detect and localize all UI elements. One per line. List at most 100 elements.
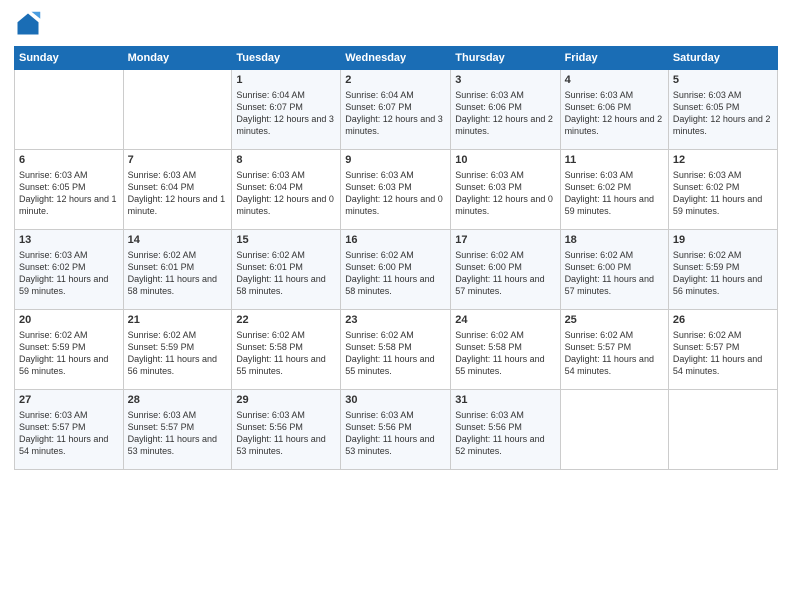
week-row-3: 13Sunrise: 6:03 AMSunset: 6:02 PMDayligh… [15, 230, 778, 310]
day-cell: 8Sunrise: 6:03 AMSunset: 6:04 PMDaylight… [232, 150, 341, 230]
day-info: Sunset: 5:59 PM [19, 341, 119, 353]
day-info: Sunrise: 6:02 AM [236, 249, 336, 261]
day-info: Sunrise: 6:03 AM [673, 169, 773, 181]
day-cell: 2Sunrise: 6:04 AMSunset: 6:07 PMDaylight… [341, 70, 451, 150]
day-info: Sunrise: 6:04 AM [236, 89, 336, 101]
week-row-2: 6Sunrise: 6:03 AMSunset: 6:05 PMDaylight… [15, 150, 778, 230]
day-number: 17 [455, 233, 555, 248]
day-info: Daylight: 11 hours and 58 minutes. [236, 273, 336, 297]
day-cell: 22Sunrise: 6:02 AMSunset: 5:58 PMDayligh… [232, 310, 341, 390]
day-info: Sunset: 6:03 PM [345, 181, 446, 193]
day-info: Daylight: 11 hours and 57 minutes. [565, 273, 664, 297]
day-info: Sunrise: 6:02 AM [19, 329, 119, 341]
day-info: Sunrise: 6:03 AM [345, 409, 446, 421]
day-info: Sunset: 5:59 PM [673, 261, 773, 273]
day-number: 2 [345, 73, 446, 88]
day-info: Sunset: 5:58 PM [345, 341, 446, 353]
day-number: 6 [19, 153, 119, 168]
day-info: Daylight: 11 hours and 55 minutes. [236, 353, 336, 377]
day-cell: 19Sunrise: 6:02 AMSunset: 5:59 PMDayligh… [668, 230, 777, 310]
day-cell: 15Sunrise: 6:02 AMSunset: 6:01 PMDayligh… [232, 230, 341, 310]
col-header-saturday: Saturday [668, 47, 777, 70]
day-cell: 26Sunrise: 6:02 AMSunset: 5:57 PMDayligh… [668, 310, 777, 390]
col-header-wednesday: Wednesday [341, 47, 451, 70]
day-info: Sunset: 5:57 PM [19, 421, 119, 433]
day-info: Daylight: 12 hours and 1 minute. [128, 193, 228, 217]
day-number: 12 [673, 153, 773, 168]
day-cell: 7Sunrise: 6:03 AMSunset: 6:04 PMDaylight… [123, 150, 232, 230]
day-info: Sunrise: 6:02 AM [345, 249, 446, 261]
day-info: Daylight: 11 hours and 53 minutes. [345, 433, 446, 457]
day-number: 31 [455, 393, 555, 408]
day-info: Sunrise: 6:02 AM [673, 329, 773, 341]
day-info: Daylight: 11 hours and 56 minutes. [128, 353, 228, 377]
day-number: 11 [565, 153, 664, 168]
day-info: Daylight: 12 hours and 2 minutes. [455, 113, 555, 137]
day-number: 8 [236, 153, 336, 168]
day-number: 7 [128, 153, 228, 168]
day-number: 23 [345, 313, 446, 328]
day-info: Sunrise: 6:04 AM [345, 89, 446, 101]
day-info: Sunset: 6:00 PM [565, 261, 664, 273]
day-number: 1 [236, 73, 336, 88]
day-info: Sunrise: 6:02 AM [455, 249, 555, 261]
day-info: Daylight: 11 hours and 54 minutes. [19, 433, 119, 457]
header-row: SundayMondayTuesdayWednesdayThursdayFrid… [15, 47, 778, 70]
day-info: Daylight: 11 hours and 59 minutes. [673, 193, 773, 217]
day-info: Sunset: 5:56 PM [455, 421, 555, 433]
col-header-monday: Monday [123, 47, 232, 70]
day-info: Sunset: 6:04 PM [128, 181, 228, 193]
col-header-thursday: Thursday [451, 47, 560, 70]
day-info: Daylight: 12 hours and 0 minutes. [345, 193, 446, 217]
day-info: Daylight: 12 hours and 2 minutes. [565, 113, 664, 137]
day-cell: 18Sunrise: 6:02 AMSunset: 6:00 PMDayligh… [560, 230, 668, 310]
day-cell [668, 390, 777, 470]
day-info: Sunset: 5:57 PM [565, 341, 664, 353]
day-info: Sunrise: 6:03 AM [19, 249, 119, 261]
day-number: 16 [345, 233, 446, 248]
day-info: Daylight: 11 hours and 56 minutes. [19, 353, 119, 377]
day-number: 5 [673, 73, 773, 88]
day-info: Daylight: 11 hours and 59 minutes. [19, 273, 119, 297]
day-info: Sunset: 5:56 PM [236, 421, 336, 433]
col-header-friday: Friday [560, 47, 668, 70]
day-cell: 14Sunrise: 6:02 AMSunset: 6:01 PMDayligh… [123, 230, 232, 310]
week-row-4: 20Sunrise: 6:02 AMSunset: 5:59 PMDayligh… [15, 310, 778, 390]
day-cell: 5Sunrise: 6:03 AMSunset: 6:05 PMDaylight… [668, 70, 777, 150]
day-cell: 30Sunrise: 6:03 AMSunset: 5:56 PMDayligh… [341, 390, 451, 470]
day-info: Daylight: 12 hours and 1 minute. [19, 193, 119, 217]
day-number: 9 [345, 153, 446, 168]
day-info: Sunset: 6:06 PM [455, 101, 555, 113]
day-info: Daylight: 12 hours and 0 minutes. [455, 193, 555, 217]
day-cell: 31Sunrise: 6:03 AMSunset: 5:56 PMDayligh… [451, 390, 560, 470]
day-number: 29 [236, 393, 336, 408]
day-cell [560, 390, 668, 470]
day-cell: 13Sunrise: 6:03 AMSunset: 6:02 PMDayligh… [15, 230, 124, 310]
day-info: Sunrise: 6:03 AM [455, 169, 555, 181]
day-info: Sunrise: 6:03 AM [236, 409, 336, 421]
day-cell: 6Sunrise: 6:03 AMSunset: 6:05 PMDaylight… [15, 150, 124, 230]
day-info: Sunset: 6:02 PM [19, 261, 119, 273]
col-header-sunday: Sunday [15, 47, 124, 70]
day-info: Sunset: 6:07 PM [236, 101, 336, 113]
day-number: 21 [128, 313, 228, 328]
day-info: Sunrise: 6:03 AM [236, 169, 336, 181]
main-container: SundayMondayTuesdayWednesdayThursdayFrid… [0, 0, 792, 478]
col-header-tuesday: Tuesday [232, 47, 341, 70]
day-number: 20 [19, 313, 119, 328]
day-info: Sunrise: 6:03 AM [345, 169, 446, 181]
day-info: Daylight: 11 hours and 58 minutes. [128, 273, 228, 297]
day-info: Sunrise: 6:03 AM [19, 169, 119, 181]
day-info: Sunrise: 6:02 AM [236, 329, 336, 341]
day-number: 4 [565, 73, 664, 88]
week-row-1: 1Sunrise: 6:04 AMSunset: 6:07 PMDaylight… [15, 70, 778, 150]
day-info: Sunrise: 6:03 AM [128, 409, 228, 421]
day-info: Daylight: 11 hours and 57 minutes. [455, 273, 555, 297]
day-cell: 16Sunrise: 6:02 AMSunset: 6:00 PMDayligh… [341, 230, 451, 310]
day-cell: 29Sunrise: 6:03 AMSunset: 5:56 PMDayligh… [232, 390, 341, 470]
day-info: Sunset: 5:59 PM [128, 341, 228, 353]
day-info: Sunset: 5:58 PM [236, 341, 336, 353]
day-info: Sunset: 6:05 PM [19, 181, 119, 193]
day-number: 26 [673, 313, 773, 328]
day-info: Daylight: 11 hours and 54 minutes. [673, 353, 773, 377]
